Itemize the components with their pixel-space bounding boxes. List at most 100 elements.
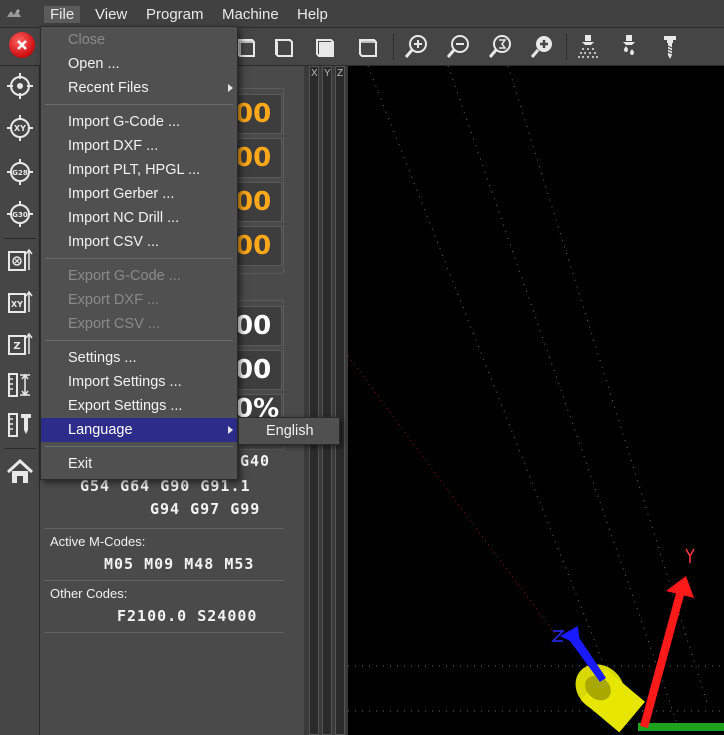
z-axis-bar bbox=[335, 66, 345, 735]
menu-item-import-dxf[interactable]: Import DXF ... bbox=[41, 134, 237, 158]
menu-item-import-settings[interactable]: Import Settings ... bbox=[41, 370, 237, 394]
menu-item-export-dxf[interactable]: Export DXF ... bbox=[41, 288, 237, 312]
probe-xy-button[interactable]: XY bbox=[4, 112, 36, 144]
home-button[interactable] bbox=[4, 456, 36, 488]
menu-item-settings[interactable]: Settings ... bbox=[41, 346, 237, 370]
menu-machine[interactable]: Machine bbox=[222, 6, 279, 23]
other-codes-values: F2100.0 S24000 bbox=[117, 607, 258, 625]
zero-all-button[interactable] bbox=[4, 244, 36, 276]
zoom-fit-icon bbox=[488, 35, 511, 58]
coolant-flood-button[interactable] bbox=[613, 31, 645, 63]
menu-separator bbox=[45, 258, 233, 259]
menu-item-recent-files[interactable]: Recent Files bbox=[41, 76, 237, 100]
y-axis-label: Y bbox=[324, 68, 331, 79]
mcodes-label: Active M-Codes: bbox=[50, 534, 146, 549]
menu-item-import-plt[interactable]: Import PLT, HPGL ... bbox=[41, 158, 237, 182]
zoom-in-button[interactable] bbox=[400, 31, 432, 63]
zoom-fit-button[interactable] bbox=[484, 31, 516, 63]
x-axis-label: X bbox=[311, 68, 318, 79]
view-side-icon bbox=[275, 39, 293, 57]
menu-file[interactable]: File bbox=[44, 6, 81, 23]
menu-item-close[interactable]: Close bbox=[41, 28, 237, 52]
view-iso-button[interactable] bbox=[352, 31, 384, 63]
zoom-out-icon bbox=[446, 35, 469, 58]
tool-length-icon bbox=[8, 413, 31, 437]
svg-text:Z: Z bbox=[13, 341, 20, 352]
view-top-button[interactable] bbox=[309, 31, 341, 63]
probe-g30-button[interactable]: G30 bbox=[4, 198, 36, 230]
height-map-button[interactable] bbox=[4, 369, 36, 401]
gcode-line-1: G40 bbox=[240, 452, 271, 470]
spindle-icon bbox=[664, 36, 676, 59]
menu-item-language-label: Language bbox=[68, 422, 133, 438]
coolant-mist-button[interactable] bbox=[572, 31, 604, 63]
zoom-extents-icon bbox=[530, 36, 552, 58]
toolbar-divider bbox=[393, 34, 394, 60]
menu-item-import-nc-drill[interactable]: Import NC Drill ... bbox=[41, 206, 237, 230]
probe-xy-icon: XY bbox=[7, 115, 33, 141]
view-side-button[interactable] bbox=[268, 31, 300, 63]
left-toolbar: XY G28 G30 XY Z bbox=[0, 66, 40, 735]
menu-view[interactable]: View bbox=[95, 6, 127, 23]
view-iso-icon bbox=[359, 39, 377, 57]
height-map-icon bbox=[8, 373, 30, 397]
stop-button[interactable] bbox=[9, 32, 35, 58]
dro-x-value: 00 bbox=[235, 99, 272, 129]
y-axis-bar bbox=[322, 66, 332, 735]
z-axis-label: Z bbox=[337, 68, 344, 79]
menu-item-import-gerber[interactable]: Import Gerber ... bbox=[41, 182, 237, 206]
probe-g28-icon: G28 bbox=[7, 159, 33, 185]
toolbar-divider bbox=[566, 34, 567, 60]
viewport-canvas[interactable] bbox=[348, 66, 724, 735]
panel-divider bbox=[44, 632, 284, 633]
menu-item-exit[interactable]: Exit bbox=[41, 452, 237, 476]
x-axis-arrow bbox=[638, 723, 724, 731]
spindle-button[interactable] bbox=[654, 31, 686, 63]
zoom-extents-button[interactable] bbox=[526, 31, 558, 63]
menu-item-import-gcode[interactable]: Import G-Code ... bbox=[41, 110, 237, 134]
coolant-flood-icon bbox=[623, 35, 635, 55]
menu-item-language[interactable]: Language bbox=[41, 418, 237, 442]
dro-z-value: 00 bbox=[235, 187, 272, 217]
y-axis-arrow bbox=[640, 548, 695, 728]
tool-model bbox=[575, 664, 646, 733]
menu-item-export-settings[interactable]: Export Settings ... bbox=[41, 394, 237, 418]
menu-program[interactable]: Program bbox=[146, 6, 204, 23]
tool-length-button[interactable] bbox=[4, 409, 36, 441]
other-codes-label: Other Codes: bbox=[50, 586, 128, 601]
menu-item-export-gcode[interactable]: Export G-Code ... bbox=[41, 264, 237, 288]
spindle-value: 00 bbox=[235, 355, 272, 385]
coolant-mist-icon bbox=[578, 35, 598, 58]
menu-help[interactable]: Help bbox=[297, 6, 328, 23]
home-icon bbox=[6, 458, 34, 483]
3d-viewport[interactable] bbox=[348, 66, 724, 735]
menu-item-export-csv[interactable]: Export CSV ... bbox=[41, 312, 237, 336]
probe-target-icon bbox=[7, 73, 33, 99]
submenu-arrow-icon bbox=[228, 84, 233, 92]
zero-all-icon bbox=[8, 248, 33, 271]
zero-z-button[interactable]: Z bbox=[4, 328, 36, 360]
svg-text:G28: G28 bbox=[12, 169, 28, 177]
view-top-icon bbox=[316, 39, 334, 57]
menu-separator bbox=[45, 104, 233, 105]
zoom-out-button[interactable] bbox=[442, 31, 474, 63]
zero-xy-icon: XY bbox=[8, 290, 33, 313]
zero-xy-button[interactable]: XY bbox=[4, 286, 36, 318]
left-toolbar-divider bbox=[4, 448, 36, 449]
zero-z-icon: Z bbox=[8, 332, 33, 355]
panel-divider bbox=[44, 580, 284, 581]
menu-bar: File View Program Machine Help bbox=[0, 0, 724, 28]
x-axis-bar bbox=[309, 66, 319, 735]
svg-text:G30: G30 bbox=[12, 211, 28, 219]
dro-y-value: 00 bbox=[235, 143, 272, 173]
language-option-english[interactable]: English bbox=[239, 418, 339, 444]
language-submenu: English bbox=[238, 417, 340, 445]
gcode-line-3: G94 G97 G99 bbox=[150, 500, 261, 518]
probe-g28-button[interactable]: G28 bbox=[4, 156, 36, 188]
zoom-in-icon bbox=[404, 35, 427, 58]
svg-text:XY: XY bbox=[14, 124, 26, 133]
probe-target-button[interactable] bbox=[4, 70, 36, 102]
menu-item-import-csv[interactable]: Import CSV ... bbox=[41, 230, 237, 254]
menu-item-open[interactable]: Open ... bbox=[41, 52, 237, 76]
submenu-arrow-icon bbox=[228, 426, 233, 434]
